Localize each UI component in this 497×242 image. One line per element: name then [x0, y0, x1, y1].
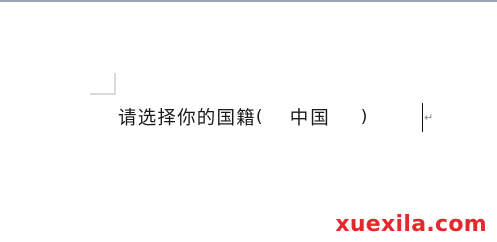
margin-corner-icon — [90, 73, 116, 95]
text-cursor-caret — [422, 103, 423, 132]
paragraph-mark-icon: ↵ — [424, 111, 434, 124]
paren-close: ) — [360, 107, 369, 127]
paren-open: ( — [255, 107, 264, 127]
nationality-field-value[interactable]: 中国 — [290, 104, 331, 130]
site-watermark: xuexila.com — [335, 212, 487, 237]
document-text-line[interactable]: 请选择你的国籍 ( 中国 ) — [118, 104, 369, 130]
prompt-text: 请选择你的国籍 — [118, 108, 256, 129]
